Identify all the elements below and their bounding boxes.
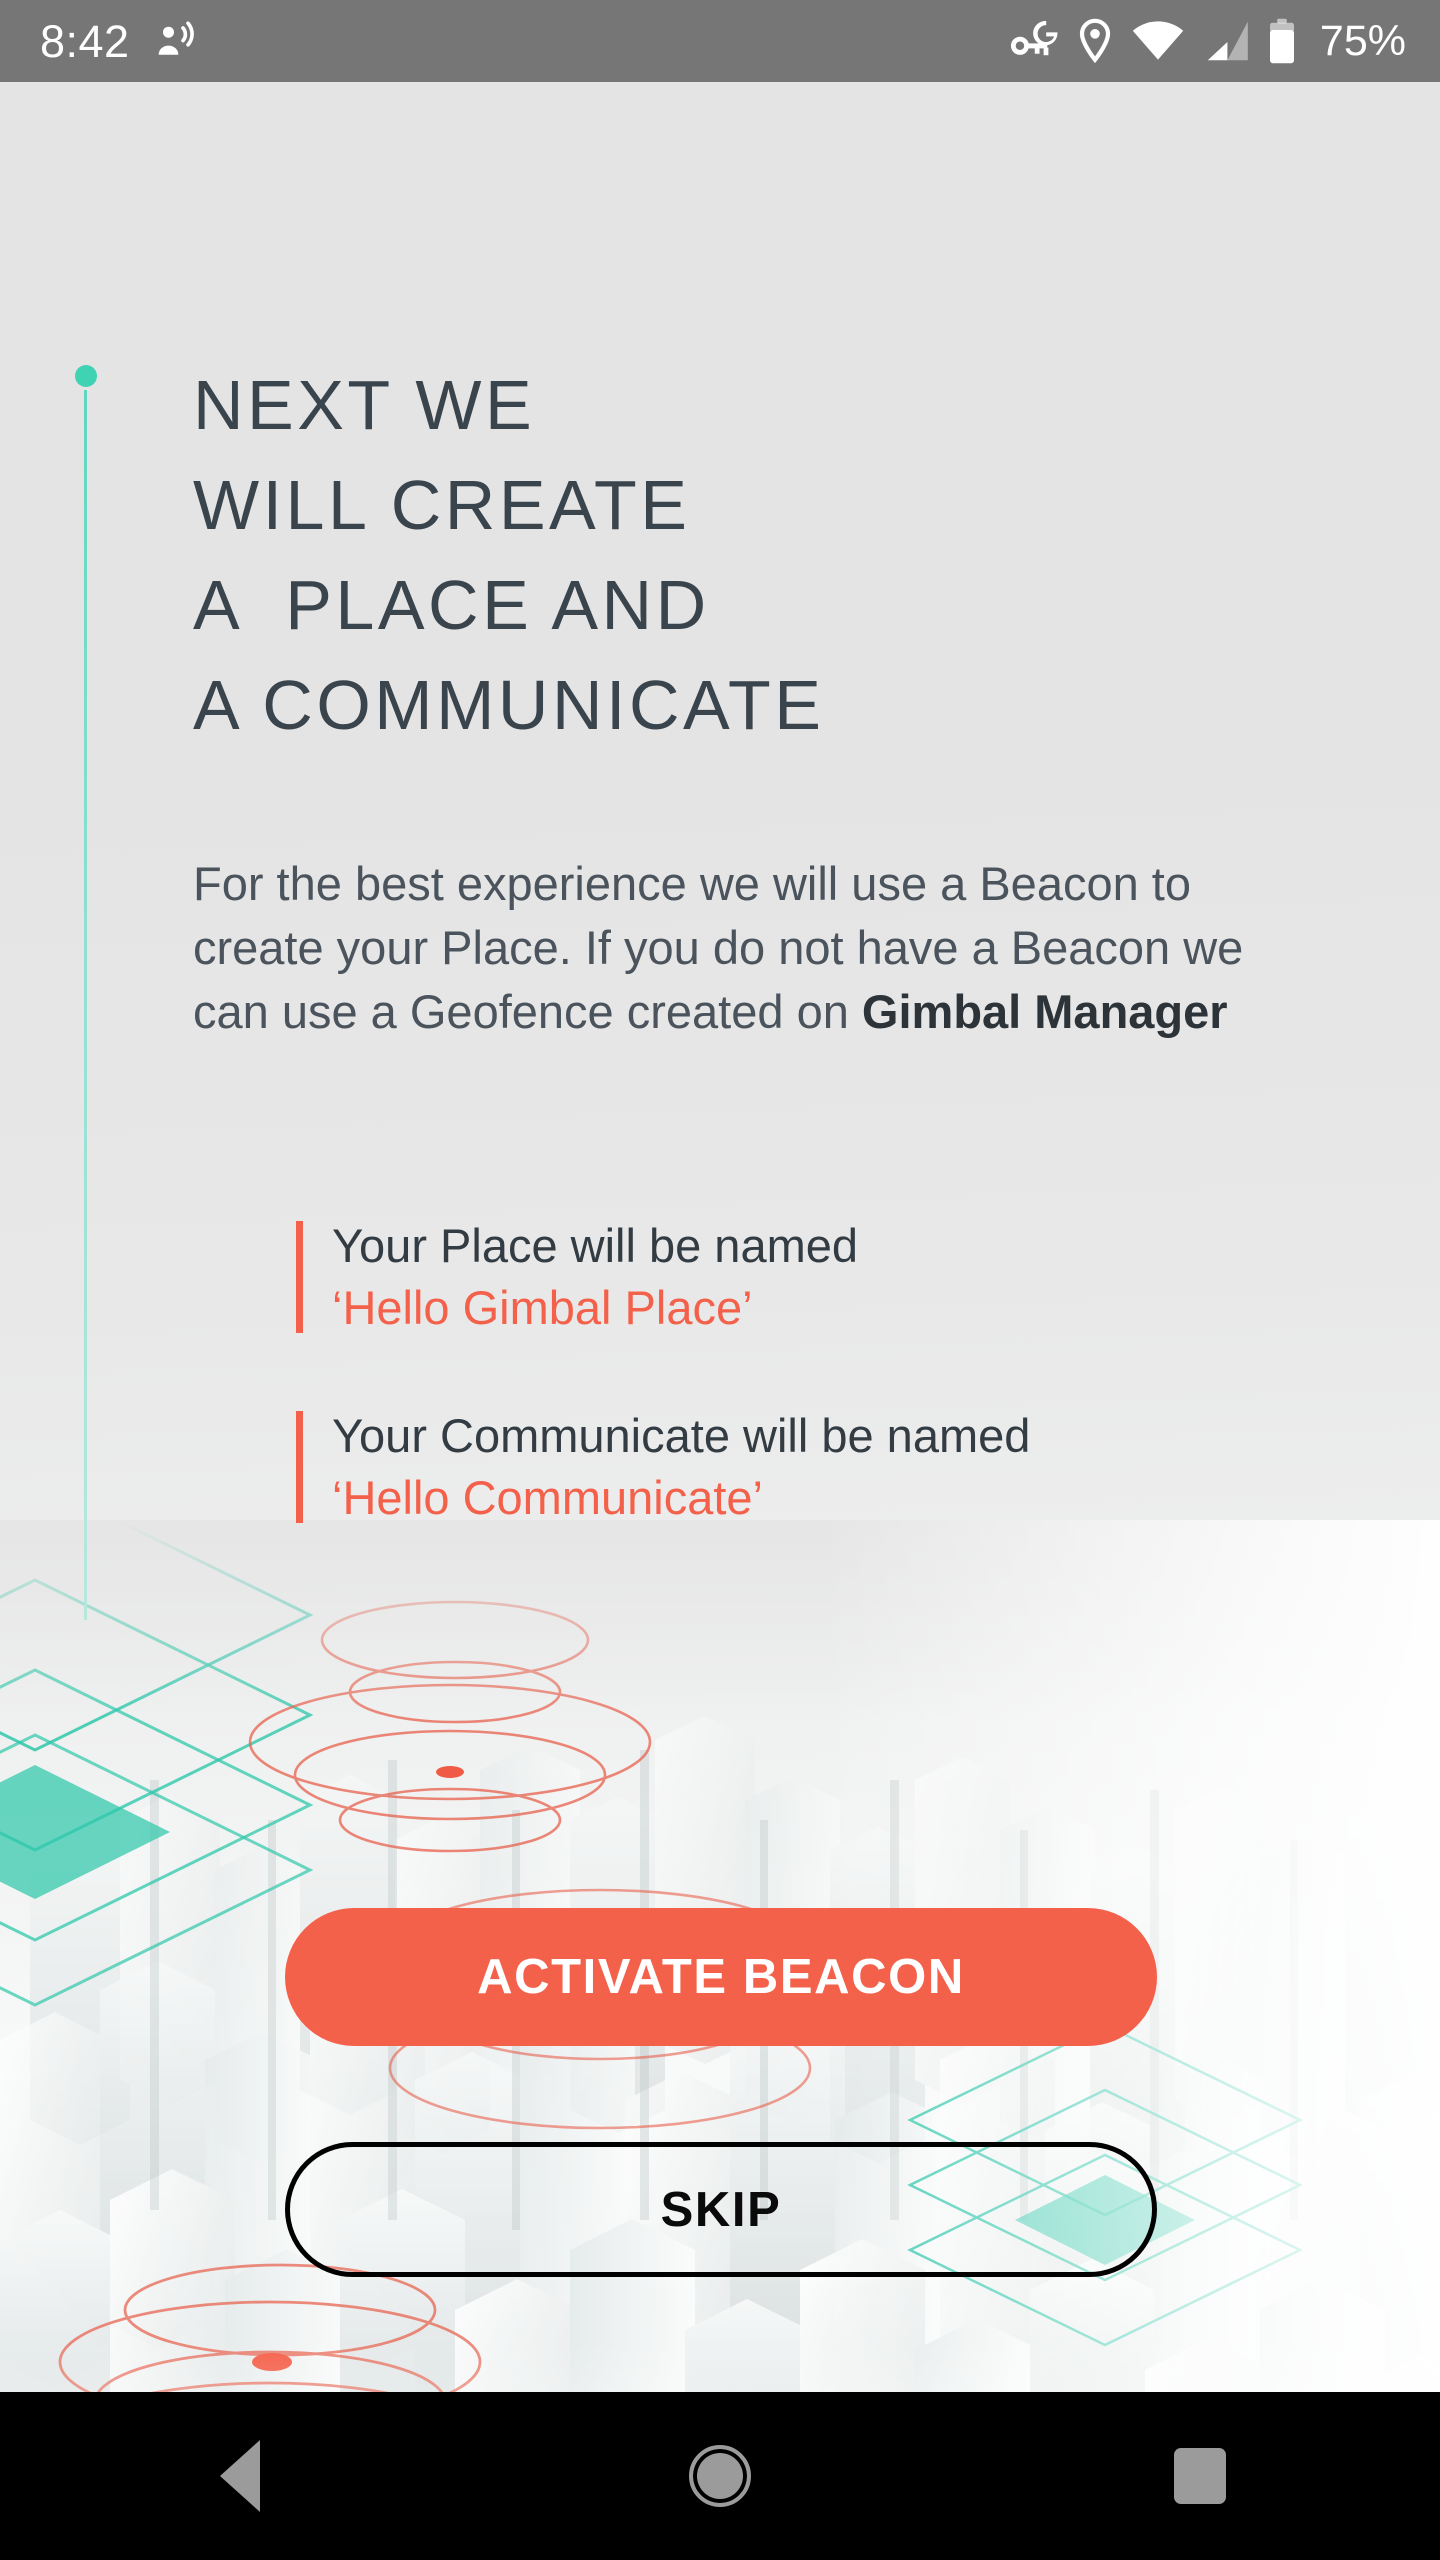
skip-button[interactable]: SKIP	[285, 2142, 1157, 2277]
status-bar-left: 8:42	[40, 19, 196, 64]
communicate-name-value: ‘Hello Communicate’	[332, 1471, 763, 1524]
home-circle-icon	[689, 2445, 751, 2507]
intro-paragraph: For the best experience we will use a Be…	[193, 852, 1263, 1044]
beacon-dot-a	[436, 1766, 464, 1778]
app-screen: 8:42 75% NEXT WE WILL CREATE A PLACE AND…	[0, 0, 1440, 2560]
teal-thread-line	[84, 390, 87, 1620]
list-item: Your Communicate will be named ‘Hello Co…	[296, 1405, 1396, 1529]
wifi-icon	[1132, 21, 1184, 61]
accent-bar	[296, 1221, 303, 1333]
status-bar-right: 75%	[1010, 17, 1406, 66]
teal-thread-dot	[75, 365, 97, 387]
activate-beacon-button[interactable]: ACTIVATE BEACON	[285, 1908, 1157, 2046]
cast-voice-icon	[152, 19, 196, 63]
battery-icon	[1268, 18, 1296, 64]
recents-square-icon	[1174, 2448, 1226, 2504]
nav-recents-button[interactable]	[1100, 2392, 1300, 2560]
place-name-label: Your Place will be named	[332, 1219, 859, 1272]
back-triangle-icon	[220, 2440, 260, 2512]
nav-back-button[interactable]	[140, 2392, 340, 2560]
page-headline: NEXT WE WILL CREATE A PLACE AND A COMMUN…	[193, 366, 825, 744]
status-bar-clock: 8:42	[40, 15, 130, 67]
place-name-value: ‘Hello Gimbal Place’	[332, 1281, 753, 1334]
gimbal-manager-emphasis: Gimbal Manager	[861, 985, 1228, 1038]
cellular-signal-icon	[1203, 21, 1249, 61]
accent-bar	[296, 1411, 303, 1523]
naming-summary-list: Your Place will be named ‘Hello Gimbal P…	[296, 1215, 1396, 1529]
communicate-name-label: Your Communicate will be named	[332, 1409, 1031, 1462]
battery-percent-label: 75%	[1319, 16, 1406, 65]
list-item: Your Place will be named ‘Hello Gimbal P…	[296, 1215, 1396, 1339]
status-bar: 8:42 75%	[0, 0, 1440, 82]
vpn-key-g-icon	[1010, 19, 1058, 63]
location-pin-icon	[1077, 18, 1113, 64]
nav-home-button[interactable]	[620, 2392, 820, 2560]
android-navigation-bar	[0, 2392, 1440, 2560]
